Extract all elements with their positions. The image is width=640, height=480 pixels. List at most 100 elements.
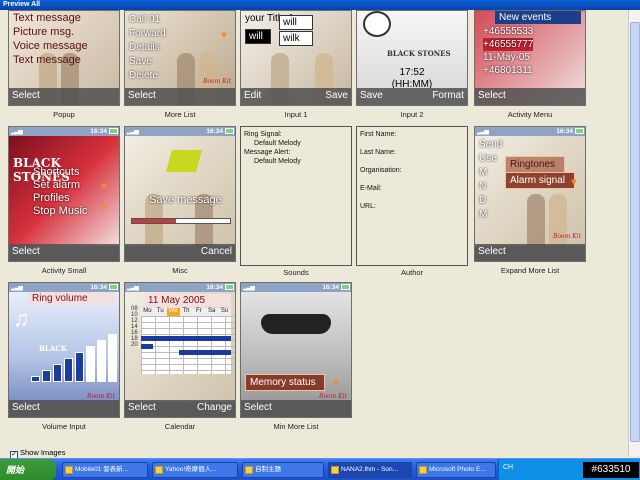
app-icon — [331, 466, 339, 474]
wallpaper: Ring volume ♫ BLACK Boom Kit — [9, 292, 119, 402]
status-time: 16:34 — [90, 128, 107, 135]
thumb-caption: More List — [164, 110, 196, 119]
softkey-left: Select — [12, 402, 40, 413]
softkey-left: Select — [478, 246, 506, 257]
calendar-title: 11 May 2005 — [145, 294, 231, 307]
softkey-left: Select — [244, 402, 272, 413]
menu-title: Shortcuts — [33, 166, 80, 178]
status-time: 16:34 — [90, 284, 107, 291]
menu-item: D — [479, 195, 487, 206]
signal-icon: ▂▃▅ — [11, 285, 23, 291]
softkey-bar: Edit Save — [241, 88, 351, 105]
battery-icon — [109, 284, 118, 290]
menu-item: Picture msg. — [13, 26, 75, 38]
author-panel: First Name: Last Name: Organisation: E-M… — [356, 126, 468, 266]
misc-screen: ▂▃▅ 16:34 Save message Cancel — [124, 126, 236, 262]
day-label: Su — [220, 308, 229, 314]
activity-small-screen: ▂▃▅ 16:34 BLACK STONES Shortcuts Set ala… — [8, 126, 120, 262]
menu-item: Delete — [129, 70, 158, 81]
activity-list: +46555533 +46555777 11-May-05 +46801311 — [483, 25, 534, 77]
battery-icon — [109, 128, 118, 134]
input-field: wilk — [279, 31, 313, 46]
day-label: Mo — [143, 308, 152, 314]
menu-item: Set alarm — [33, 179, 81, 191]
more-list-screen: Call 01 Forward Details Save Delete ♥ Bo… — [124, 10, 236, 106]
author-field-label: Last Name: — [360, 149, 396, 156]
softkey-right: Save — [325, 90, 348, 101]
clock-icon — [363, 11, 391, 37]
volume-bar — [97, 340, 106, 382]
time-value: 17:52 — [399, 67, 425, 78]
vertical-scrollbar[interactable] — [628, 10, 640, 456]
taskbar-item-label: Mobile01 發表新... — [75, 466, 129, 473]
taskbar-item-label: Microsoft Photo E... — [429, 466, 486, 473]
submenu-item-selected: Alarm signal — [505, 172, 575, 189]
taskbar-item-label: NANA2.thm - Son... — [341, 466, 399, 473]
heart-icon: ♥ — [101, 203, 107, 214]
taskbar-item[interactable]: 自制主題 — [242, 462, 324, 478]
image-tag: #633510 — [583, 462, 639, 478]
softkey-bar: Select — [475, 88, 585, 105]
heart-icon: ♥ — [101, 181, 107, 192]
system-tray: CH #633510 — [498, 459, 640, 480]
expand-more-list-screen: ▂▃▅ 16:34 Send Use M N D M Ringtones Ala… — [474, 126, 586, 262]
scrollbar-thumb[interactable] — [630, 22, 640, 442]
input-language-indicator[interactable]: CH — [503, 464, 513, 471]
thumb-caption: Min More List — [273, 422, 319, 431]
volume-bar — [31, 376, 40, 382]
menu-item: Text message — [13, 54, 81, 66]
author-field-label: Organisation: — [360, 167, 402, 174]
calendar-screen: ▂▃▅ 16:34 11 May 2005 08 10 12 14 16 18 … — [124, 282, 236, 418]
list-item: +46555777 — [483, 38, 534, 51]
heart-icon: ♥ — [221, 30, 227, 41]
sunglasses-artwork — [261, 314, 331, 334]
softkey-right: Format — [432, 90, 464, 101]
menu-item: Stop Music — [33, 205, 88, 217]
taskbar-item[interactable]: Yahoo!奇摩個人... — [152, 462, 238, 478]
thumb-caption: Popup — [53, 110, 75, 119]
volume-title: Ring volume — [29, 292, 115, 305]
signal-icon: ▂▃▅ — [243, 285, 255, 291]
softkey-bar: Cancel — [125, 244, 235, 261]
status-bar: ▂▃▅ 16:34 — [9, 283, 119, 292]
volume-bar — [86, 346, 95, 382]
wallpaper: BLACK STONES Shortcuts Set alarm Profile… — [9, 136, 119, 246]
thumb-caption: Calendar — [164, 422, 196, 431]
brand-logo: Boom Kit — [318, 393, 347, 400]
signal-icon: ▂▃▅ — [127, 129, 139, 135]
menu-item: Text message — [13, 12, 81, 24]
start-button[interactable]: 開始 — [0, 459, 56, 480]
menu-item: M — [479, 209, 488, 220]
softkey-bar: Save Format — [357, 88, 467, 105]
menu-item: Use — [479, 153, 497, 164]
softkey-right: Change — [196, 402, 232, 413]
submenu-item: Ringtones — [505, 156, 565, 173]
thumb-caption: Sounds — [283, 268, 309, 277]
status-bar: ▂▃▅ 16:34 — [125, 127, 235, 136]
volume-input-screen: ▂▃▅ 16:34 Ring volume ♫ BLACK Boom Kit S… — [8, 282, 120, 418]
photo-editor-icon — [419, 466, 427, 474]
taskbar-item-active[interactable]: NANA2.thm - Son... — [328, 462, 412, 478]
thumb-caption: Input 1 — [284, 110, 308, 119]
status-bar: ▂▃▅ 16:34 — [475, 127, 585, 136]
popup-screen: Text message Picture msg. Voice message … — [8, 10, 120, 106]
menu-item: M — [479, 167, 488, 178]
theme-preview-gallery: Text message Picture msg. Voice message … — [4, 10, 624, 459]
taskbar-item[interactable]: Microsoft Photo E... — [416, 462, 496, 478]
status-bar: ▂▃▅ 16:34 — [125, 283, 235, 292]
thumb-caption: Expand More List — [500, 266, 560, 275]
input2-screen: BLACK STONES 17:52 (HH:MM) Save Format — [356, 10, 468, 106]
calendar-event — [141, 336, 231, 341]
thumb-caption: Activity Menu — [507, 110, 553, 119]
taskbar-item-label: 自制主題 — [255, 466, 281, 473]
thumb-caption: Misc — [172, 266, 188, 275]
taskbar-item[interactable]: Mobile01 發表新... — [62, 462, 148, 478]
softkey-bar: Select — [125, 88, 235, 105]
status-message: Save message — [149, 194, 222, 206]
softkey-bar: Select — [475, 244, 585, 261]
input-field-selected: will — [245, 29, 271, 44]
browser-icon — [155, 466, 163, 474]
brand-logo: Boom Kit — [86, 393, 115, 400]
wallpaper: Memory status ♥ Boom Kit — [241, 292, 351, 402]
day-label-current: We — [166, 308, 180, 316]
